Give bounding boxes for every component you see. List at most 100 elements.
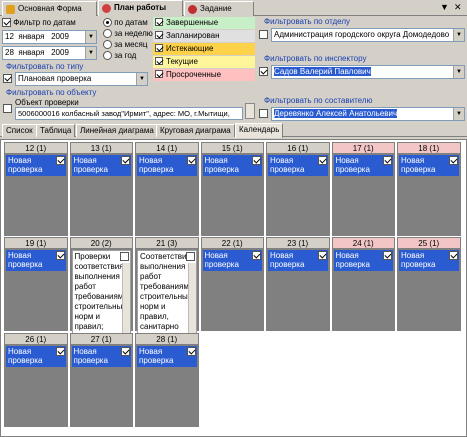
radio-month[interactable]: за месяц <box>103 40 147 50</box>
calendar-day[interactable]: 28 (1) Новая проверка <box>135 333 199 427</box>
chevron-down-icon[interactable]: ▼ <box>453 66 464 78</box>
date-from-dropdown-icon[interactable]: ▼ <box>85 31 96 43</box>
calendar-day[interactable]: 19 (1) Новая проверка <box>4 237 68 331</box>
inspector-select[interactable]: Садов Валерий Павлович ▼ <box>271 65 465 79</box>
date-filter-checkbox[interactable] <box>2 18 11 28</box>
calendar-event[interactable]: Новая проверка <box>399 155 459 176</box>
event-checkbox[interactable] <box>185 252 195 261</box>
status-expiring[interactable]: Истекающие <box>153 43 255 55</box>
event-checkbox[interactable] <box>55 251 65 260</box>
inspector-filter-checkbox[interactable] <box>259 67 268 76</box>
tab-list[interactable]: Список <box>2 124 37 137</box>
event-checkbox[interactable] <box>448 251 458 260</box>
status-checkbox[interactable] <box>155 31 163 39</box>
calendar-event[interactable]: Новая проверка <box>71 155 131 176</box>
chevron-down-icon[interactable]: ▼ <box>453 108 464 120</box>
calendar-day[interactable]: 25 (1) Новая проверка <box>397 237 461 331</box>
calendar-day[interactable]: 15 (1) Новая проверка <box>200 142 264 236</box>
tab-gantt[interactable]: Линейная диаграма <box>76 124 158 137</box>
event-checkbox[interactable] <box>317 156 327 165</box>
object-scroll[interactable] <box>245 103 255 119</box>
calendar-event[interactable]: Новая проверка <box>333 155 393 176</box>
event-detail[interactable]: Соответствие выполнения работ требования… <box>137 250 197 340</box>
status-overdue[interactable]: Просроченные <box>153 69 255 81</box>
calendar-day[interactable]: 21 (3) Соответствие выполнения работ треб… <box>135 237 199 340</box>
status-checkbox[interactable] <box>155 18 163 26</box>
status-checkbox[interactable] <box>155 57 163 65</box>
calendar-day[interactable]: 18 (1) Новая проверка <box>397 142 461 236</box>
tab-task[interactable]: Задание <box>184 1 254 16</box>
calendar-day[interactable]: 12 (1) Новая проверка <box>4 142 68 236</box>
tab-list-arrow-icon[interactable]: ▼ <box>440 2 449 12</box>
dept-filter-checkbox[interactable] <box>259 30 268 39</box>
status-checkbox[interactable] <box>155 44 163 52</box>
calendar-day[interactable]: 16 (1) Новая проверка <box>266 142 330 236</box>
calendar-event[interactable]: Новая проверка <box>268 250 328 271</box>
date-filter-checkbox-row[interactable]: Фильтр по датам <box>2 18 76 28</box>
radio-button[interactable] <box>103 18 112 28</box>
event-checkbox[interactable] <box>121 156 130 165</box>
event-checkbox[interactable] <box>55 156 65 165</box>
calendar-event[interactable]: Новая проверка <box>202 155 262 176</box>
status-current[interactable]: Текущие <box>153 56 255 68</box>
date-from-field[interactable]: 12 января 2009 ▼ <box>2 30 97 44</box>
event-checkbox[interactable] <box>383 156 392 165</box>
calendar-day[interactable]: 26 (1) Новая проверка <box>4 333 68 427</box>
radio-year[interactable]: за год <box>103 51 136 61</box>
radio-button[interactable] <box>103 40 112 50</box>
calendar-event[interactable]: Новая проверка <box>399 250 459 271</box>
calendar-day[interactable]: 24 (1) Новая проверка <box>331 237 395 331</box>
calendar-event[interactable]: Новая проверка <box>268 155 328 176</box>
event-checkbox[interactable] <box>186 156 196 165</box>
event-checkbox[interactable] <box>252 156 261 165</box>
radio-by-dates[interactable]: по датам <box>103 18 148 28</box>
chevron-down-icon[interactable]: ▼ <box>136 73 147 85</box>
event-checkbox[interactable] <box>383 251 392 260</box>
status-planned[interactable]: Запланирован <box>153 30 255 42</box>
event-checkbox[interactable] <box>121 347 130 356</box>
close-icon[interactable]: ✕ <box>454 2 462 13</box>
calendar-event[interactable]: Новая проверка <box>6 250 66 271</box>
calendar-event[interactable]: Новая проверка <box>6 346 66 367</box>
event-checkbox[interactable] <box>448 156 458 165</box>
calendar-day[interactable]: 23 (1) Новая проверка <box>266 237 330 331</box>
type-select[interactable]: Плановая проверка ▼ <box>15 72 148 86</box>
radio-button[interactable] <box>103 29 112 39</box>
calendar-day[interactable]: 13 (1) Новая проверка <box>69 142 133 236</box>
radio-week[interactable]: за неделю <box>103 29 153 39</box>
event-checkbox[interactable] <box>252 251 261 260</box>
calendar-day[interactable]: 14 (1) Новая проверка <box>135 142 199 236</box>
event-detail[interactable]: Проверки соответствия выполнения работ т… <box>71 250 131 340</box>
event-checkbox[interactable] <box>186 347 196 356</box>
calendar-event[interactable]: Новая проверка <box>71 346 131 367</box>
calendar-event[interactable]: Новая проверка <box>137 346 197 367</box>
tab-pie[interactable]: Круговая диаграма <box>156 124 235 137</box>
author-select[interactable]: Деревянко Алексей Анатольевич ▼ <box>271 107 465 121</box>
event-checkbox[interactable] <box>55 347 65 356</box>
date-to-dropdown-icon[interactable]: ▼ <box>85 47 96 59</box>
status-completed[interactable]: Завершенные <box>153 17 255 29</box>
calendar-day[interactable]: 17 (1) Новая проверка <box>331 142 395 236</box>
calendar-event[interactable]: Новая проверка <box>202 250 262 271</box>
calendar-day[interactable]: 20 (2) Проверки соответствия выполнения р… <box>69 237 133 340</box>
calendar-day[interactable]: 27 (1) Новая проверка <box>69 333 133 427</box>
event-checkbox[interactable] <box>120 252 129 261</box>
object-filter-checkbox[interactable] <box>3 104 12 113</box>
date-to-field[interactable]: 28 января 2009 ▼ <box>2 46 97 60</box>
event-scrollbar[interactable] <box>122 263 130 339</box>
author-filter-checkbox[interactable] <box>259 109 268 118</box>
tab-table[interactable]: Таблица <box>36 124 76 137</box>
tab-work-plan[interactable]: План работы <box>98 0 183 16</box>
calendar-event[interactable]: Новая проверка <box>137 155 197 176</box>
object-field[interactable]: 5006000016 колбасный завод"Ирмит", адрес… <box>15 107 243 120</box>
status-checkbox[interactable] <box>155 70 163 78</box>
dept-select[interactable]: Администрация городского округа Домодедо… <box>271 28 465 42</box>
chevron-down-icon[interactable]: ▼ <box>453 29 464 41</box>
event-checkbox[interactable] <box>317 251 327 260</box>
calendar-event[interactable]: Новая проверка <box>333 250 393 271</box>
tab-calendar[interactable]: Календарь <box>235 123 284 138</box>
type-filter-checkbox[interactable] <box>3 74 12 83</box>
event-scrollbar[interactable] <box>187 263 196 339</box>
radio-button[interactable] <box>103 51 112 61</box>
tab-main-form[interactable]: Основная Форма <box>2 1 97 16</box>
